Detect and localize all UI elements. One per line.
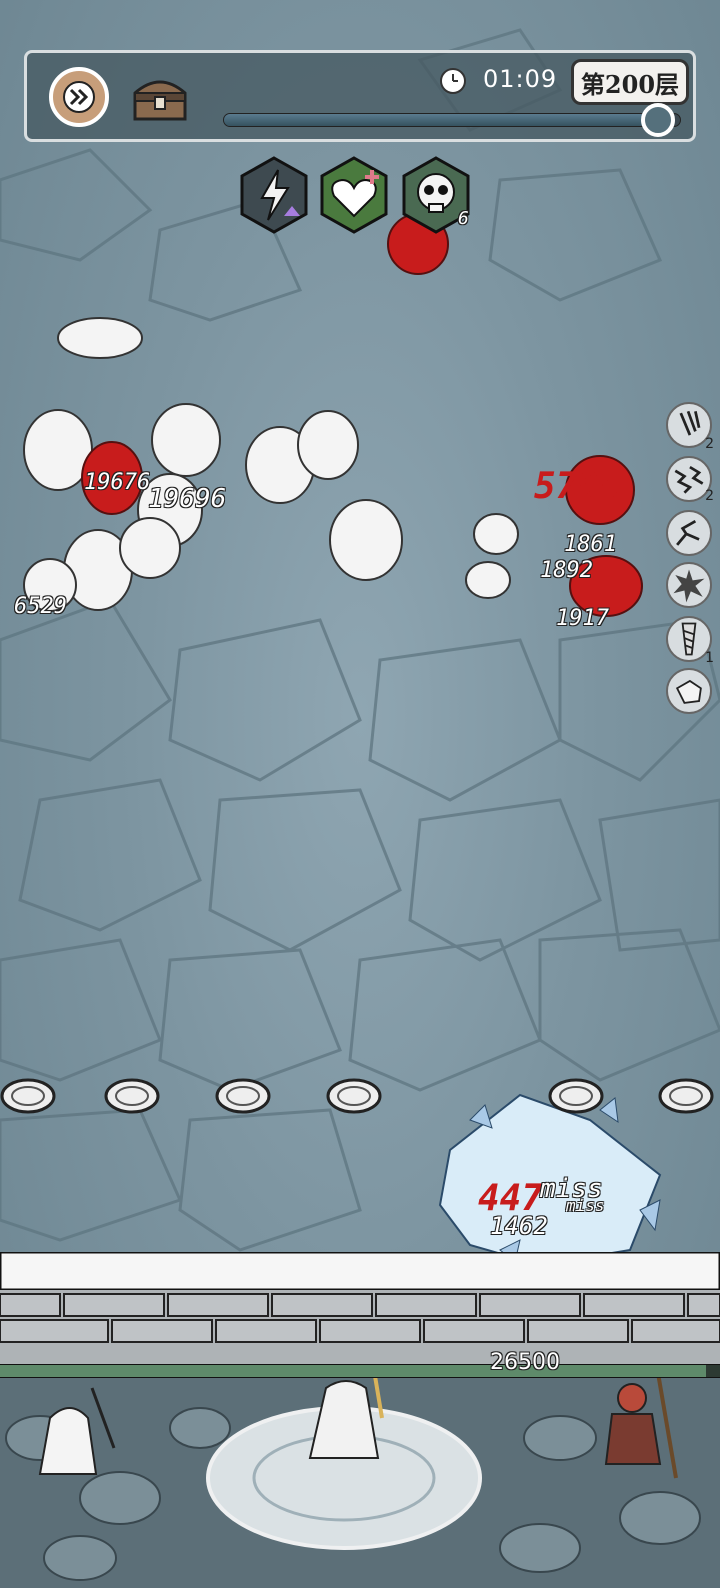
skill-slot-burst[interactable] <box>666 562 712 608</box>
trap-pad[interactable] <box>104 1077 160 1115</box>
damage-number: 1462 <box>490 1212 548 1240</box>
trap-pad[interactable] <box>658 1077 714 1115</box>
skill-count: 1 <box>705 650 714 666</box>
wave-progress-knob <box>641 103 675 137</box>
damage-number: 19696 <box>148 484 227 514</box>
fast-forward-icon <box>63 81 95 113</box>
trap-pad[interactable] <box>0 1077 56 1115</box>
fast-forward-button[interactable] <box>49 67 109 127</box>
wall-health-bar <box>0 1364 720 1378</box>
treasure-chest-icon <box>133 80 187 121</box>
defensive-wall <box>0 1252 720 1372</box>
damage-number: 6529 <box>14 594 67 619</box>
trap-pad[interactable] <box>215 1077 271 1115</box>
trap-pad[interactable] <box>326 1077 382 1115</box>
damage-miss: miss <box>566 1196 605 1215</box>
hero-ground <box>0 1378 720 1588</box>
trap-pad[interactable] <box>548 1077 604 1115</box>
buff-skull[interactable]: 6 <box>402 156 470 234</box>
damage-number: 1861 <box>564 532 617 557</box>
buff-attack-up[interactable] <box>240 156 308 234</box>
damage-number-critical: 5795 <box>534 466 621 507</box>
crack-icon <box>676 519 700 546</box>
heart-heal-icon <box>320 156 388 234</box>
claw-slash-icon <box>679 410 701 436</box>
skill-slot-stone-block[interactable] <box>666 668 712 714</box>
damage-number: 19676 <box>84 470 151 495</box>
clock-icon <box>440 68 466 94</box>
treasure-chest-button[interactable] <box>129 69 191 127</box>
floor-level-badge: 第200层 <box>571 59 689 105</box>
skill-count: 2 <box>705 488 714 504</box>
stone-block-icon <box>675 679 702 704</box>
wall-health-value: 26500 <box>490 1350 560 1375</box>
skill-slot-crack[interactable] <box>666 510 712 556</box>
skill-count: 2 <box>705 436 714 452</box>
drill-icon <box>681 622 697 656</box>
burst-icon <box>673 569 705 603</box>
chain-lightning-icon <box>674 465 704 494</box>
wave-progress-bar <box>223 113 681 127</box>
top-hud-bar: 01:09 第200层 <box>24 50 696 142</box>
lightning-attack-up-icon <box>240 156 308 234</box>
damage-number: 1917 <box>556 606 609 631</box>
buff-heal[interactable] <box>320 156 388 234</box>
battle-timer: 01:09 <box>483 65 558 93</box>
buff-skull-count: 6 <box>458 208 469 229</box>
damage-number: 1892 <box>540 558 593 583</box>
wall-health-fill <box>0 1365 706 1377</box>
wave-progress-fill <box>224 114 653 126</box>
